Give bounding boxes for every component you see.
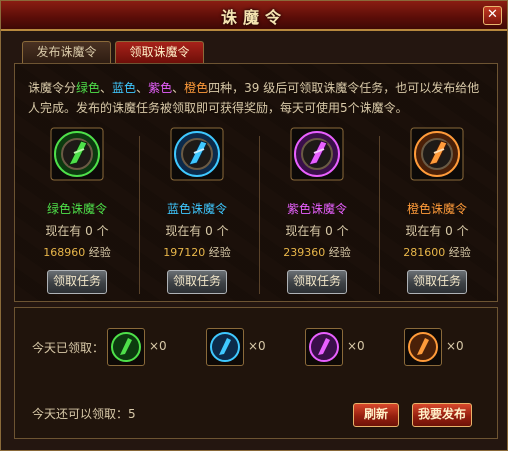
owned-unit: 个: [336, 224, 349, 238]
tab-receive[interactable]: 领取诛魔令: [115, 41, 204, 63]
exp-unit: 经验: [328, 246, 351, 259]
today-panel: 今天已领取： ×0 ×0 ×0 ×0 今天还可以领取：5 刷新 我要发布: [14, 307, 498, 439]
card-green: 绿色诛魔令 现在有 0 个 168960 经验 领取任务: [21, 126, 133, 296]
refresh-button[interactable]: 刷新: [353, 403, 399, 427]
quest-window: 诛魔令 ✕ 发布诛魔令 领取诛魔令 诛魔令分绿色、蓝色、紫色、橙色四种，39 级…: [0, 0, 508, 451]
card-name: 橙色诛魔令: [406, 202, 467, 216]
exp-reward: 168960 经验: [21, 244, 133, 260]
owned-value: 0: [445, 224, 453, 238]
exp-unit: 经验: [448, 246, 471, 259]
slot-count: ×0: [149, 339, 167, 353]
owned-value: 0: [85, 224, 93, 238]
card-orange: 橙色诛魔令 现在有 0 个 281600 经验 领取任务: [381, 126, 493, 296]
card-purple: 紫色诛魔令 现在有 0 个 239360 经验 领取任务: [261, 126, 373, 296]
description-sep: 、: [136, 81, 149, 95]
description-blue: 蓝色: [112, 81, 137, 95]
receive-quest-button[interactable]: 领取任务: [287, 270, 347, 294]
orange-token-icon: [410, 127, 464, 181]
exp-unit: 经验: [88, 246, 111, 259]
owned-label: 现在有: [405, 224, 442, 238]
card-blue: 蓝色诛魔令 现在有 0 个 197120 经验 领取任务: [141, 126, 253, 296]
receive-panel: 诛魔令分绿色、蓝色、紫色、橙色四种，39 级后可领取诛魔令任务，也可以发布给他人…: [14, 63, 498, 302]
window-title: 诛魔令: [220, 8, 287, 27]
tab-publish[interactable]: 发布诛魔令: [22, 41, 111, 63]
exp-value: 197120: [163, 246, 206, 259]
today-slot-purple: ×0: [305, 328, 365, 366]
purple-token-icon: [305, 328, 343, 366]
remaining-count-text: 今天还可以领取：5: [32, 407, 136, 421]
today-slot-orange: ×0: [404, 328, 464, 366]
owned-label: 现在有: [45, 224, 82, 238]
exp-value: 239360: [283, 246, 326, 259]
card-name: 绿色诛魔令: [46, 202, 107, 216]
description-sep: 、: [100, 81, 113, 95]
exp-reward: 239360 经验: [261, 244, 373, 260]
receive-quest-button[interactable]: 领取任务: [47, 270, 107, 294]
owned-unit: 个: [456, 224, 469, 238]
receive-quest-button[interactable]: 领取任务: [167, 270, 227, 294]
exp-reward: 281600 经验: [381, 244, 493, 260]
close-button[interactable]: ✕: [483, 6, 502, 25]
card-name: 蓝色诛魔令: [166, 202, 227, 216]
exp-unit: 经验: [208, 246, 231, 259]
publish-button[interactable]: 我要发布: [412, 403, 472, 427]
card-name: 紫色诛魔令: [286, 202, 347, 216]
blue-token-icon: [206, 328, 244, 366]
today-slot-green: ×0: [107, 328, 167, 366]
card-divider: [379, 136, 380, 294]
owned-unit: 个: [216, 224, 229, 238]
blue-token-icon: [170, 127, 224, 181]
description-prefix: 诛魔令分: [28, 81, 77, 95]
owned-unit: 个: [96, 224, 109, 238]
green-token-icon: [107, 328, 145, 366]
orange-token-icon: [404, 328, 442, 366]
owned-count: 现在有 0 个: [381, 222, 493, 239]
exp-value: 281600: [403, 246, 446, 259]
purple-token-icon: [290, 127, 344, 181]
slot-count: ×0: [446, 339, 464, 353]
description-text: 诛魔令分绿色、蓝色、紫色、橙色四种，39 级后可领取诛魔令任务，也可以发布给他人…: [28, 78, 488, 118]
exp-value: 168960: [43, 246, 86, 259]
description-purple: 紫色: [148, 81, 173, 95]
exp-reward: 197120 经验: [141, 244, 253, 260]
owned-count: 现在有 0 个: [21, 222, 133, 239]
slot-count: ×0: [347, 339, 365, 353]
owned-count: 现在有 0 个: [261, 222, 373, 239]
owned-label: 现在有: [165, 224, 202, 238]
slot-count: ×0: [248, 339, 266, 353]
owned-value: 0: [205, 224, 213, 238]
owned-count: 现在有 0 个: [141, 222, 253, 239]
today-slot-blue: ×0: [206, 328, 266, 366]
today-received-label: 今天已领取：: [32, 341, 105, 355]
description-orange: 橙色: [184, 81, 209, 95]
description-sep: 、: [172, 81, 185, 95]
card-divider: [139, 136, 140, 294]
owned-value: 0: [325, 224, 333, 238]
green-token-icon: [50, 127, 104, 181]
description-green: 绿色: [76, 81, 101, 95]
owned-label: 现在有: [285, 224, 322, 238]
title-bar[interactable]: 诛魔令 ✕: [1, 1, 507, 31]
receive-quest-button[interactable]: 领取任务: [407, 270, 467, 294]
card-divider: [259, 136, 260, 294]
